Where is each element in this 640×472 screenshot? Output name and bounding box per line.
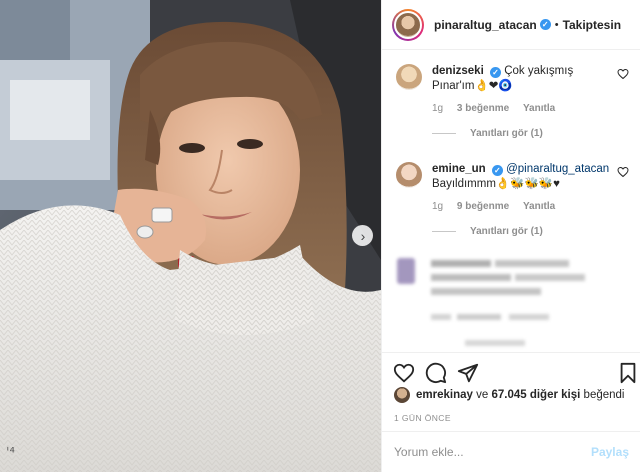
commenter-avatar[interactable] [396,64,422,90]
reply-button[interactable]: Yanıtla [523,103,555,114]
comment-text-block: denizseki ✓ Çok yakışmış Pınar'ım👌❤🧿 [432,64,612,94]
heart-icon[interactable] [393,362,415,384]
comment-likes[interactable]: 3 beğenme [457,103,509,114]
comment-text-block: emine_un ✓ @pinaraltug_atacan Bayıldımmm… [432,162,612,192]
comment-time: 1g [432,103,444,114]
author-username[interactable]: pinaraltug_atacan [434,18,537,32]
liker-avatar[interactable] [394,387,410,403]
corner-mark: ˈ⁴ [6,446,15,461]
bookmark-icon[interactable] [617,362,639,384]
comment-item: emine_un ✓ @pinaraltug_atacan Bayıldımmm… [382,162,640,237]
post-photo[interactable]: › ˈ⁴ [0,0,381,472]
chevron-right-icon: › [360,227,366,244]
verified-badge-icon: ✓ [491,165,503,176]
comment-item: denizseki ✓ Çok yakışmış Pınar'ım👌❤🧿 1g … [382,64,640,139]
likes-suffix: beğendi [583,389,625,401]
verified-badge-icon: ✓ [539,19,551,30]
carousel-next-button[interactable]: › [352,225,373,246]
comment-like-heart-icon[interactable] [617,68,629,80]
reply-button[interactable]: Yanıtla [523,201,555,212]
add-comment-bar: Paylaş [382,431,640,472]
comment-meta: 1g 3 beğenme Yanıtla [432,103,640,114]
following-button[interactable]: Takiptesin [563,18,621,32]
comment-time: 1g [432,201,444,212]
likes-summary: emrekinay ve 67.045 diğer kişi beğendi [394,387,624,403]
selfie-image [0,0,381,472]
comment-username[interactable]: denizseki [432,65,484,77]
blurred-comment [397,258,585,346]
post-side-panel: pinaraltug_atacan ✓ • Takiptesin denizse… [381,0,640,472]
commenter-avatar[interactable] [396,162,422,188]
view-replies-label: Yanıtları gör (1) [470,226,543,237]
post-timestamp[interactable]: 1 GÜN ÖNCE [394,413,451,423]
view-replies-button[interactable]: Yanıtları gör (1) [432,128,640,139]
comment-like-heart-icon[interactable] [617,166,629,178]
comment-text: Bayıldımmm👌🐝🐝🐝♥ [432,178,560,190]
comment-username[interactable]: emine_un [432,163,486,175]
view-replies-label: Yanıtları gör (1) [470,128,543,139]
post-header: pinaraltug_atacan ✓ • Takiptesin [382,0,640,50]
liker-username[interactable]: emrekinay [416,389,473,401]
view-replies-button[interactable]: Yanıtları gör (1) [432,226,640,237]
verified-badge-icon: ✓ [489,67,501,78]
paper-plane-icon[interactable] [457,362,479,384]
post-comment-button[interactable]: Paylaş [591,445,629,459]
comment-input[interactable] [394,445,591,459]
likes-others[interactable]: 67.045 diğer kişi [491,389,580,401]
header-separator: • [554,18,559,31]
likes-connector: ve [476,389,489,401]
comment-mention[interactable]: @pinaraltug_atacan [506,163,609,175]
comment-bubble-icon[interactable] [425,362,447,384]
author-avatar[interactable] [392,8,424,41]
comment-meta: 1g 9 beğenme Yanıtla [432,201,640,212]
post-actions-bar [382,352,640,392]
comment-likes[interactable]: 9 beğenme [457,201,509,212]
